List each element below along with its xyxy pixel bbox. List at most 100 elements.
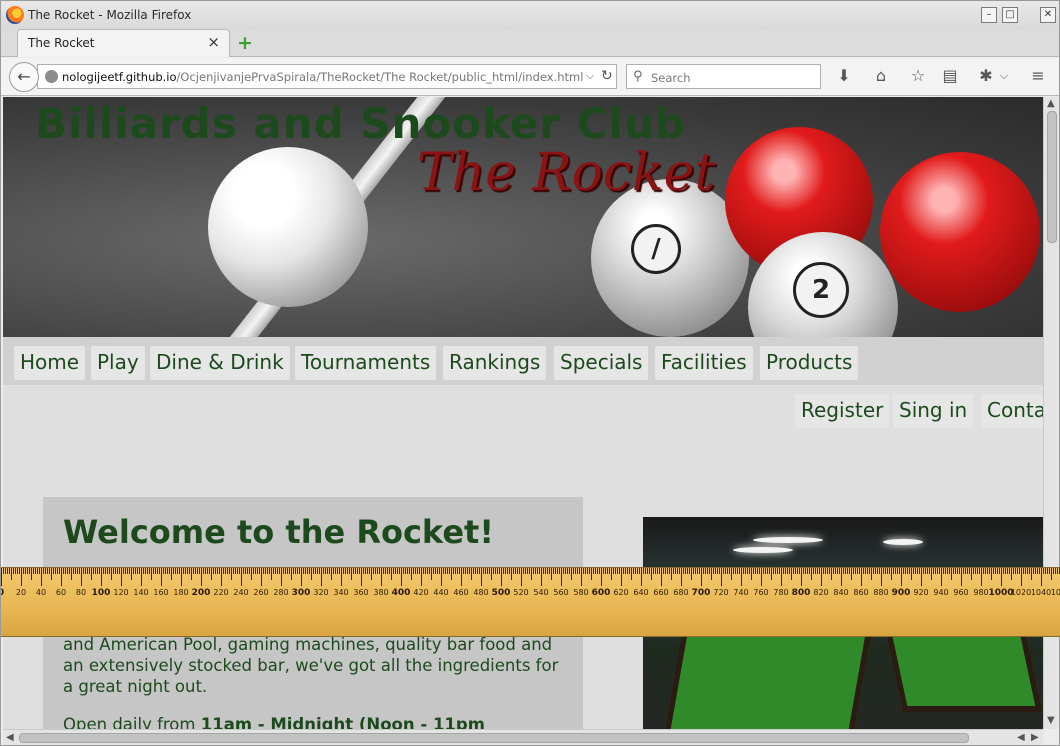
ruler-tick xyxy=(973,568,974,574)
ruler-tick xyxy=(663,568,664,574)
horizontal-scrollbar[interactable]: ◀ ◀ ▶ xyxy=(3,729,1043,745)
menu-item-facilities[interactable]: Facilities xyxy=(655,346,753,380)
download-icon[interactable]: ⬇ xyxy=(833,66,855,85)
menu-item-rankings[interactable]: Rankings xyxy=(443,346,547,380)
ruler-tick xyxy=(1027,568,1028,574)
reload-icon[interactable]: ↻ xyxy=(601,68,613,84)
ruler-tick xyxy=(175,568,176,574)
menu-item-play[interactable]: Play xyxy=(91,346,145,380)
ruler-tick-label: 0 xyxy=(1,588,4,598)
ruler-tick xyxy=(209,568,210,574)
ruler-tick xyxy=(77,568,78,574)
ruler-tick xyxy=(891,568,892,580)
contact-link[interactable]: Conta xyxy=(981,394,1043,428)
sign-in-link[interactable]: Sing in xyxy=(893,394,974,428)
ruler-tick xyxy=(39,568,40,574)
ruler-tick xyxy=(951,568,952,580)
ruler-tick xyxy=(411,568,412,580)
ruler-tick xyxy=(849,568,850,574)
ruler-tick xyxy=(1019,568,1020,574)
scroll-left-icon[interactable]: ◀ xyxy=(6,732,14,743)
ruler-tick xyxy=(385,568,386,574)
scroll-left-icon[interactable]: ◀ xyxy=(1017,732,1025,743)
menu-item-specials[interactable]: Specials xyxy=(554,346,649,380)
ruler-tick xyxy=(711,568,712,580)
ruler-tick xyxy=(867,568,868,574)
ruler-tick xyxy=(773,568,774,574)
ruler-tick xyxy=(119,568,120,574)
ruler-tick xyxy=(821,568,822,586)
ruler-tick xyxy=(585,568,586,574)
close-icon[interactable]: × xyxy=(207,33,220,51)
ruler-tick xyxy=(249,568,250,574)
ruler-tick xyxy=(163,568,164,574)
ruler-tick xyxy=(273,568,274,574)
ruler-tick xyxy=(889,568,890,574)
ruler-tick xyxy=(469,568,470,574)
ruler-tick xyxy=(467,568,468,574)
vertical-scroll-thumb[interactable] xyxy=(1047,111,1057,243)
ruler-tick xyxy=(95,568,96,574)
ruler-tick xyxy=(703,568,704,574)
ruler-tick xyxy=(229,568,230,574)
ruler-tick xyxy=(929,568,930,574)
dropdown-icon[interactable]: ⌵ xyxy=(993,69,1015,83)
ruler-tick xyxy=(1017,568,1018,574)
ruler-tick xyxy=(501,568,502,586)
minimize-icon[interactable]: – xyxy=(981,7,997,23)
ruler-tick xyxy=(759,568,760,574)
menu-item-dine-drink[interactable]: Dine & Drink xyxy=(150,346,290,380)
ruler-tick xyxy=(717,568,718,574)
ruler-tick xyxy=(907,568,908,574)
ruler-tick xyxy=(513,568,514,574)
horizontal-scroll-thumb[interactable] xyxy=(19,733,969,743)
ruler-tick xyxy=(173,568,174,574)
tab-the-rocket[interactable]: The Rocket × xyxy=(17,29,230,57)
ruler-tick xyxy=(437,568,438,574)
opening-hours: Open daily from 11am - Midnight (Noon - … xyxy=(63,715,485,729)
url-text[interactable]: nologijeetf.github.io/OcjenjivanjePrvaSp… xyxy=(62,70,584,84)
search-input[interactable]: ⚲ Search xyxy=(626,64,821,89)
ruler-tick xyxy=(779,568,780,574)
menu-item-tournaments[interactable]: Tournaments xyxy=(295,346,437,380)
new-tab-icon[interactable]: + xyxy=(237,32,253,54)
menu-icon[interactable]: ≡ xyxy=(1027,66,1049,85)
ruler-tick xyxy=(659,568,660,574)
ruler-tick xyxy=(485,568,486,574)
ruler-tick xyxy=(991,568,992,580)
menu-item-home[interactable]: Home xyxy=(14,346,86,380)
close-icon[interactable]: ✕ xyxy=(1040,7,1056,23)
bookmark-star-icon[interactable]: ☆ xyxy=(907,66,929,85)
scroll-right-icon[interactable]: ▶ xyxy=(1031,732,1039,743)
ruler-tick xyxy=(983,568,984,574)
ruler-tick xyxy=(693,568,694,574)
ruler-tick xyxy=(573,568,574,574)
ruler-tick xyxy=(905,568,906,574)
screen-ruler-overlay[interactable]: 0204060801001201401601802002202402602803… xyxy=(1,567,1060,637)
ruler-tick-label: 1060 xyxy=(1050,588,1060,597)
ruler-tick xyxy=(727,568,728,574)
maximize-icon[interactable]: □ xyxy=(1002,7,1018,23)
ruler-tick xyxy=(561,568,562,586)
reading-list-icon[interactable]: ▤ xyxy=(939,66,961,85)
ruler-tick xyxy=(635,568,636,574)
menu-item-products[interactable]: Products xyxy=(760,346,859,380)
ruler-tick xyxy=(637,568,638,574)
url-bar[interactable]: nologijeetf.github.io/OcjenjivanjePrvaSp… xyxy=(37,64,617,89)
ruler-tick xyxy=(575,568,576,574)
ruler-tick xyxy=(49,568,50,574)
register-link[interactable]: Register xyxy=(795,394,890,428)
ruler-tick-label: 220 xyxy=(213,588,229,597)
ruler-tick xyxy=(69,568,70,574)
ruler-tick-label: 1020 xyxy=(1010,588,1032,597)
scroll-up-icon[interactable]: ▲ xyxy=(1047,98,1055,109)
dropdown-icon[interactable]: ⌵ xyxy=(586,69,594,83)
scroll-down-icon[interactable]: ▼ xyxy=(1047,715,1055,726)
home-icon[interactable]: ⌂ xyxy=(870,66,892,85)
ruler-tick-label: 400 xyxy=(391,588,411,598)
back-icon[interactable]: ← xyxy=(9,62,39,92)
ruler-tick xyxy=(1043,568,1044,574)
ruler-tick xyxy=(581,568,582,586)
ruler-tick xyxy=(155,568,156,574)
ruler-tick xyxy=(777,568,778,574)
